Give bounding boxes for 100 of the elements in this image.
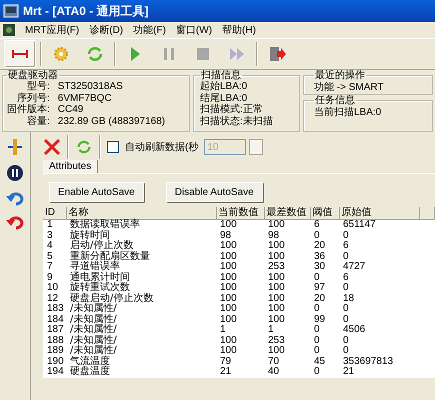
table-cell: 1 (43, 220, 66, 230)
table-cell: 6 (310, 220, 339, 230)
table-cell: 30 (310, 262, 339, 272)
table-cell: 21 (216, 367, 264, 378)
menu-item[interactable]: 功能(F) (133, 23, 166, 37)
table-cell: 1 (264, 325, 310, 336)
undo-icon[interactable] (6, 190, 24, 206)
table-cell: 100 (264, 294, 310, 304)
table-cell: 100 (264, 346, 310, 356)
field-label: 固件版本: (7, 104, 50, 116)
table-cell: 18 (339, 294, 419, 304)
table-cell: 启动/停止次数 (66, 241, 216, 252)
table-cell: 1 (216, 325, 264, 336)
table-cell: 189 (43, 346, 66, 356)
table-cell: 187 (43, 325, 66, 336)
table-cell: 气流温度 (66, 356, 216, 367)
field-label: 序列号: (16, 92, 50, 104)
table-cell: 4506 (339, 325, 419, 336)
table-cell: 184 (43, 314, 66, 325)
table-cell: 旋转重试次数 (66, 283, 216, 294)
panel-title: 任务信息 (314, 95, 356, 106)
table-cell: 100 (216, 272, 264, 283)
field-value: ST3250318AS (58, 81, 124, 92)
table-cell: 0 (339, 230, 419, 241)
table-cell: 21 (339, 367, 419, 378)
menu-item[interactable]: 窗口(W) (176, 23, 212, 37)
table-cell: 12 (43, 294, 66, 304)
table-cell: 20 (310, 241, 339, 252)
table-cell: 0 (339, 283, 419, 294)
scan-info-line: 扫描状态:未扫描 (200, 116, 274, 127)
column-header[interactable]: ID (43, 207, 66, 220)
table-cell: 45 (310, 356, 339, 367)
table-cell: 0 (310, 230, 339, 241)
table-cell: 98 (264, 230, 310, 241)
table-cell: 100 (216, 262, 264, 272)
table-cell: 0 (339, 314, 419, 325)
column-header[interactable]: 名称 (66, 207, 216, 220)
table-cell: 0 (339, 346, 419, 356)
window-title: Mrt - [ATA0 - 通用工具] (23, 2, 149, 20)
table-cell: 100 (216, 336, 264, 346)
close-icon[interactable] (43, 138, 61, 156)
connector-icon[interactable] (4, 40, 36, 68)
field-label: 型号: (26, 81, 50, 92)
tab[interactable]: Attributes (43, 160, 98, 173)
table-cell: 79 (216, 356, 264, 367)
table-cell: 100 (216, 314, 264, 325)
table-cell: 通电累计时间 (66, 272, 216, 283)
panel-title: 扫描信息 (201, 70, 242, 81)
table-cell: 100 (264, 272, 310, 283)
table-cell: 硬盘启动/停止次数 (66, 294, 216, 304)
undo-icon[interactable] (6, 214, 24, 230)
table-cell: 253 (264, 336, 310, 346)
table-cell: 651147 (339, 220, 419, 230)
table-cell: 100 (216, 220, 264, 230)
table-cell: 100 (264, 241, 310, 252)
table-cell: 36 (310, 252, 339, 262)
menu-item[interactable]: 帮助(H) (222, 23, 256, 37)
table-cell: 100 (264, 314, 310, 325)
menu-item[interactable]: MRT应用(F) (25, 23, 80, 37)
scan-info-line: 结尾LBA:0 (200, 92, 248, 104)
table-cell: 99 (310, 314, 339, 325)
autosave-button[interactable]: Enable AutoSave (49, 182, 144, 202)
table-cell: 98 (216, 230, 264, 241)
table-cell: 4 (43, 241, 66, 252)
column-header[interactable]: 原始值 (339, 207, 419, 220)
table-cell: 5 (43, 252, 66, 262)
refresh-icon[interactable] (75, 138, 93, 156)
table-cell: 97 (310, 283, 339, 294)
table-cell: /未知属性/ (66, 325, 216, 336)
table-cell: /未知属性/ (66, 336, 216, 346)
autosave-button[interactable]: Disable AutoSave (166, 182, 263, 202)
table-cell: 253 (264, 262, 310, 272)
table-cell: 353697813 (339, 356, 419, 367)
table-cell: 重新分配扇区数量 (66, 252, 216, 262)
table-cell: 0 (310, 367, 339, 378)
table-cell: 旋转时间 (66, 230, 216, 241)
table-cell: 6 (339, 272, 419, 283)
table-cell: 100 (216, 241, 264, 252)
table-cell: 20 (310, 294, 339, 304)
table-cell: 0 (310, 272, 339, 283)
recent-operation: 功能 -> SMART (314, 81, 385, 94)
table-cell: 100 (216, 252, 264, 262)
column-header[interactable]: 阈值 (310, 207, 339, 220)
menu-item[interactable]: 诊断(D) (89, 23, 124, 37)
table-cell: 9 (43, 272, 66, 283)
column-header[interactable]: 当前数值 (216, 207, 264, 220)
task-info-text: 当前扫描LBA:0 (314, 106, 382, 119)
table-cell: /未知属性/ (66, 304, 216, 314)
table-cell: 数据读取错误率 (66, 220, 216, 230)
table-cell: 100 (264, 252, 310, 262)
table-cell: 40 (264, 367, 310, 378)
table-cell: 6 (339, 241, 419, 252)
field-value: 232.89 GB (488397168) (58, 116, 166, 127)
app-icon (3, 4, 19, 18)
column-header[interactable]: 最差数值 (264, 207, 310, 220)
table-cell: 0 (339, 304, 419, 314)
pause-icon[interactable] (6, 164, 24, 182)
table-cell: 0 (339, 336, 419, 346)
table-cell: 0 (339, 252, 419, 262)
app-menu-icon[interactable] (3, 24, 15, 36)
